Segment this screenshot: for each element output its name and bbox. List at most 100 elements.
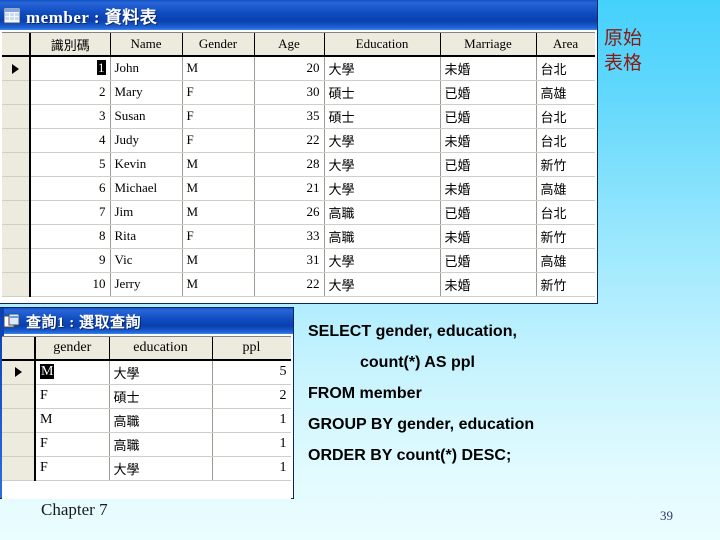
cell-area[interactable]: 新竹 (536, 272, 595, 297)
cell-age[interactable]: 35 (254, 104, 325, 129)
cell-id[interactable]: 1 (30, 56, 111, 81)
cell-gender[interactable]: M (182, 176, 255, 201)
cell-education[interactable]: 高職 (324, 224, 441, 249)
cell-area[interactable]: 台北 (536, 128, 595, 153)
row-selector[interactable] (2, 224, 31, 249)
cell-education[interactable]: 大學 (324, 272, 441, 297)
cell-education[interactable]: 高職 (324, 200, 441, 225)
cell-id[interactable]: 4 (30, 128, 111, 153)
cell-education[interactable]: 大學 (109, 360, 213, 385)
cell-age[interactable]: 22 (254, 128, 325, 153)
cell-age[interactable]: 22 (254, 272, 325, 297)
member-column-header-gender[interactable]: Gender (182, 33, 255, 57)
member-column-header-education[interactable]: Education (324, 33, 441, 57)
query-select-all-header[interactable] (2, 337, 36, 361)
cell-marriage[interactable]: 未婚 (440, 128, 537, 153)
current-record-arrow[interactable] (2, 360, 36, 385)
cell-gender[interactable]: M (182, 152, 255, 177)
table-row[interactable]: 3 Susan F 35 碩士 已婚 台北 (2, 104, 595, 129)
cell-area[interactable]: 台北 (536, 56, 595, 81)
cell-id[interactable]: 8 (30, 224, 111, 249)
row-selector[interactable] (2, 80, 31, 105)
table-row[interactable]: F 高職 1 (2, 432, 291, 457)
cell-name[interactable]: Vic (110, 248, 183, 273)
cell-name[interactable]: Kevin (110, 152, 183, 177)
query-column-header-ppl[interactable]: ppl (212, 337, 291, 361)
cell-age[interactable]: 31 (254, 248, 325, 273)
cell-education[interactable]: 高職 (109, 432, 213, 457)
cell-gender[interactable]: F (35, 384, 110, 409)
cell-ppl[interactable]: 1 (212, 432, 291, 457)
cell-marriage[interactable]: 未婚 (440, 56, 537, 81)
cell-area[interactable]: 高雄 (536, 80, 595, 105)
cell-area[interactable]: 高雄 (536, 176, 595, 201)
cell-area[interactable]: 台北 (536, 104, 595, 129)
row-selector[interactable] (2, 408, 36, 433)
cell-name[interactable]: Jerry (110, 272, 183, 297)
cell-id[interactable]: 3 (30, 104, 111, 129)
member-window-titlebar[interactable]: member : 資料表 (0, 0, 597, 30)
cell-education[interactable]: 大學 (324, 128, 441, 153)
cell-marriage[interactable]: 已婚 (440, 248, 537, 273)
cell-gender[interactable]: F (35, 456, 110, 481)
cell-education[interactable]: 高職 (109, 408, 213, 433)
cell-name[interactable]: Michael (110, 176, 183, 201)
member-datasheet[interactable]: 識別碼 Name Gender Age Education Marriage A… (2, 32, 595, 303)
table-row[interactable]: 5 Kevin M 28 大學 已婚 新竹 (2, 152, 595, 177)
member-column-header-marriage[interactable]: Marriage (440, 33, 537, 57)
row-selector[interactable] (2, 176, 31, 201)
table-row[interactable]: F 大學 1 (2, 456, 291, 481)
cell-id[interactable]: 9 (30, 248, 111, 273)
cell-education[interactable]: 碩士 (324, 80, 441, 105)
table-row[interactable]: 9 Vic M 31 大學 已婚 高雄 (2, 248, 595, 273)
row-selector[interactable] (2, 104, 31, 129)
member-select-all-header[interactable] (2, 33, 31, 57)
row-selector[interactable] (2, 456, 36, 481)
cell-marriage[interactable]: 已婚 (440, 104, 537, 129)
cell-age[interactable]: 21 (254, 176, 325, 201)
cell-gender[interactable]: F (182, 80, 255, 105)
current-record-arrow[interactable] (2, 56, 31, 81)
table-row[interactable]: 7 Jim M 26 高職 已婚 台北 (2, 200, 595, 225)
cell-name[interactable]: Jim (110, 200, 183, 225)
cell-education[interactable]: 大學 (324, 56, 441, 81)
row-selector[interactable] (2, 200, 31, 225)
table-row[interactable]: 8 Rita F 33 高職 未婚 新竹 (2, 224, 595, 249)
table-row[interactable]: 2 Mary F 30 碩士 已婚 高雄 (2, 80, 595, 105)
cell-education[interactable]: 碩士 (324, 104, 441, 129)
member-column-header-area[interactable]: Area (536, 33, 595, 57)
cell-education[interactable]: 大學 (324, 152, 441, 177)
table-row[interactable]: F 碩士 2 (2, 384, 291, 409)
cell-id[interactable]: 2 (30, 80, 111, 105)
cell-gender[interactable]: M (35, 408, 110, 433)
row-selector[interactable] (2, 128, 31, 153)
table-row[interactable]: M 高職 1 (2, 408, 291, 433)
cell-marriage[interactable]: 未婚 (440, 272, 537, 297)
row-selector[interactable] (2, 152, 31, 177)
cell-area[interactable]: 新竹 (536, 224, 595, 249)
cell-gender[interactable]: M (182, 56, 255, 81)
cell-area[interactable]: 高雄 (536, 248, 595, 273)
member-column-header-age[interactable]: Age (254, 33, 325, 57)
cell-ppl[interactable]: 1 (212, 456, 291, 481)
cell-gender[interactable]: M (35, 360, 110, 385)
cell-id[interactable]: 10 (30, 272, 111, 297)
table-row[interactable]: M 大學 5 (2, 360, 291, 385)
cell-marriage[interactable]: 未婚 (440, 224, 537, 249)
cell-education[interactable]: 大學 (109, 456, 213, 481)
cell-age[interactable]: 30 (254, 80, 325, 105)
member-column-header-id[interactable]: 識別碼 (30, 33, 111, 57)
cell-marriage[interactable]: 已婚 (440, 80, 537, 105)
query-window-titlebar[interactable]: 查詢1 : 選取查詢 (0, 308, 293, 334)
cell-gender[interactable]: M (182, 248, 255, 273)
row-selector[interactable] (2, 248, 31, 273)
query-datasheet[interactable]: gender education ppl M 大學 5 F 碩士 2 M 高職 1 F 高職 1 F 大學… (2, 336, 291, 499)
cell-ppl[interactable]: 1 (212, 408, 291, 433)
cell-name[interactable]: Rita (110, 224, 183, 249)
cell-age[interactable]: 20 (254, 56, 325, 81)
cell-gender[interactable]: F (182, 128, 255, 153)
row-selector[interactable] (2, 272, 31, 297)
cell-id[interactable]: 5 (30, 152, 111, 177)
cell-area[interactable]: 台北 (536, 200, 595, 225)
cell-name[interactable]: John (110, 56, 183, 81)
